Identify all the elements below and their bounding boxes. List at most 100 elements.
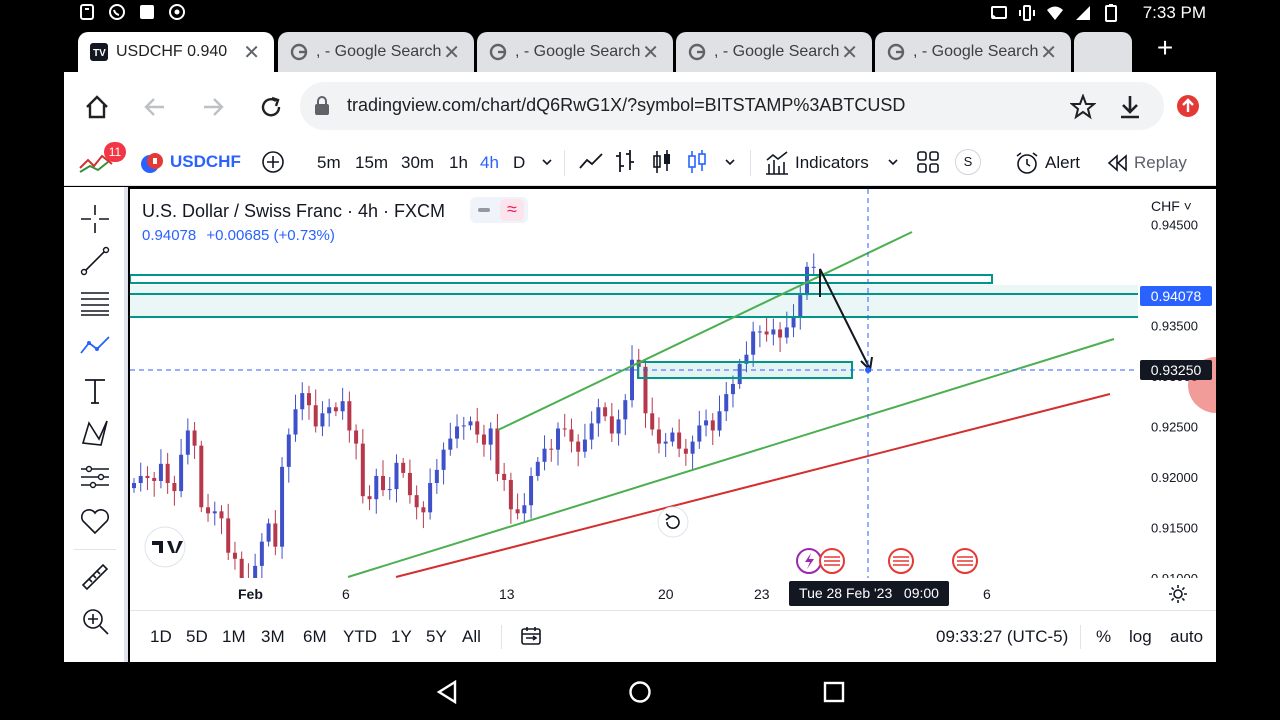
text-tool-icon[interactable]	[79, 375, 111, 407]
candle-up	[259, 541, 264, 566]
candle-up	[132, 483, 136, 489]
timeframe-4h[interactable]: 4h	[480, 153, 499, 173]
candle-up	[555, 428, 560, 450]
range-all[interactable]: All	[462, 627, 481, 647]
log-toggle[interactable]: log	[1129, 627, 1152, 647]
bookmark-star-icon[interactable]	[1070, 94, 1096, 120]
bar-chart-icon[interactable]	[615, 148, 637, 176]
tv-top-toolbar: 11 USDCHF 5m 15m 30m 1h 4h D Indicators …	[64, 140, 1216, 186]
candle-up	[730, 384, 735, 395]
close-tab-icon[interactable]: ✕	[243, 40, 260, 65]
candle-up	[690, 441, 695, 454]
range-1m[interactable]: 1M	[222, 627, 246, 647]
timezone-clock[interactable]: 09:33:27 (UTC-5)	[936, 627, 1068, 647]
chart-type-chevron-down-icon[interactable]	[724, 156, 736, 168]
timeframe-d[interactable]: D	[513, 153, 525, 173]
home-icon[interactable]	[84, 94, 110, 120]
candle-up	[535, 461, 540, 476]
close-tab-icon[interactable]: ✕	[841, 40, 858, 65]
forward-arrow-icon[interactable]	[200, 94, 226, 120]
chart-pane[interactable]: 0.945000.935000.930000.925000.920000.915…	[130, 189, 1216, 578]
candle-up	[428, 483, 433, 513]
patterns-icon[interactable]	[79, 331, 111, 363]
favorites-heart-icon[interactable]	[79, 505, 111, 537]
reload-icon[interactable]	[258, 94, 284, 120]
ruler-icon[interactable]	[79, 561, 111, 593]
new-tab-button[interactable]: +	[1152, 32, 1178, 64]
reset-chart-button[interactable]	[657, 506, 689, 538]
tab-google-search-1[interactable]: , - Google Search ✕	[278, 32, 474, 72]
red-trend-line[interactable]	[395, 393, 1111, 578]
range-ytd[interactable]: YTD	[343, 627, 377, 647]
candle-down	[232, 552, 237, 559]
range-6m[interactable]: 6M	[303, 627, 327, 647]
candle-up	[582, 439, 587, 452]
currency-selector[interactable]: CHF ˅	[1151, 198, 1192, 214]
indicators-label[interactable]: Indicators	[795, 153, 869, 173]
candle-up	[280, 466, 285, 547]
timeframe-5m[interactable]: 5m	[317, 153, 341, 173]
close-tab-icon[interactable]: ✕	[1040, 40, 1057, 65]
range-1d[interactable]: 1D	[150, 627, 172, 647]
replay-label[interactable]: Replay	[1134, 153, 1187, 173]
nav-home-icon[interactable]	[628, 680, 652, 704]
replay-rewind-icon[interactable]	[1106, 152, 1128, 174]
candle-down	[683, 448, 688, 454]
timeframe-chevron-down-icon[interactable]	[541, 156, 553, 168]
tab-strip: TV USDCHF 0.9407 ✕ , - Google Search ✕ ,…	[64, 26, 1216, 72]
crosshair-icon[interactable]	[79, 203, 111, 235]
indicators-chevron-down-icon[interactable]	[887, 156, 899, 168]
symbol-name[interactable]: USDCHF	[170, 152, 241, 172]
tab-google-search-2[interactable]: , - Google Search ✕	[477, 32, 673, 72]
legend-actions[interactable]: ≈	[470, 197, 528, 223]
timeframe-30m[interactable]: 30m	[401, 153, 434, 173]
tab-google-search-4[interactable]: , - Google Search ✕	[875, 32, 1071, 72]
tab-google-search-3[interactable]: , - Google Search ✕	[676, 32, 872, 72]
xabcd-pattern-icon[interactable]	[79, 417, 111, 449]
currency-label: CHF	[1151, 198, 1180, 214]
candle-down	[569, 429, 574, 442]
prediction-tools-icon[interactable]	[79, 461, 111, 493]
nav-back-icon[interactable]	[436, 680, 458, 704]
range-3m[interactable]: 3M	[261, 627, 285, 647]
line-chart-icon[interactable]	[578, 150, 604, 174]
close-tab-icon[interactable]: ✕	[642, 40, 659, 65]
settings-gear-icon[interactable]	[1168, 584, 1188, 604]
timeframe-1h[interactable]: 1h	[449, 153, 468, 173]
templates-grid-icon[interactable]	[917, 151, 939, 173]
candle-down	[515, 509, 520, 514]
range-1y[interactable]: 1Y	[391, 627, 412, 647]
alert-clock-icon[interactable]	[1014, 150, 1040, 176]
collapse-legend-icon[interactable]	[478, 208, 490, 212]
download-icon[interactable]	[1118, 94, 1142, 120]
timeframe-15m[interactable]: 15m	[355, 153, 388, 173]
fib-retracement-icon[interactable]	[79, 287, 111, 319]
resistance-zone-top[interactable]	[130, 274, 993, 284]
range-5y[interactable]: 5Y	[426, 627, 447, 647]
alert-label[interactable]: Alert	[1045, 153, 1080, 173]
price-chart[interactable]: 0.945000.935000.930000.925000.920000.915…	[130, 189, 1216, 578]
chart-title[interactable]: U.S. Dollar / Swiss Franc · 4h · FXCM	[142, 201, 445, 222]
tab-usdchf[interactable]: TV USDCHF 0.9407 ✕	[78, 32, 274, 72]
percent-toggle[interactable]: %	[1096, 627, 1111, 647]
close-tab-icon[interactable]: ✕	[443, 40, 460, 65]
zoom-in-icon[interactable]	[79, 605, 111, 637]
address-bar[interactable]: tradingview.com/chart/dQ6RwG1X/?symbol=B…	[300, 82, 1164, 130]
candle-down	[609, 416, 614, 434]
range-5d[interactable]: 5D	[186, 627, 208, 647]
nav-recents-icon[interactable]	[823, 681, 845, 703]
date-range-calendar-icon[interactable]	[520, 625, 542, 647]
data-source-icon[interactable]: ≈	[500, 199, 524, 221]
trend-line-icon[interactable]	[79, 245, 111, 277]
indicators-icon[interactable]	[764, 150, 790, 176]
time-axis[interactable]: Feb 6 13 20 23 6 Tue 28 Feb '23 09:00	[130, 578, 1216, 610]
back-arrow-icon[interactable]	[142, 94, 168, 120]
candle-up	[300, 393, 305, 410]
candles-icon[interactable]	[651, 148, 673, 176]
candle-up	[522, 505, 527, 514]
update-icon[interactable]	[1176, 94, 1200, 118]
s-badge-button[interactable]: S	[955, 149, 981, 175]
compare-add-icon[interactable]	[261, 150, 285, 174]
auto-toggle[interactable]: auto	[1170, 627, 1203, 647]
hollow-candles-icon[interactable]	[686, 148, 708, 176]
